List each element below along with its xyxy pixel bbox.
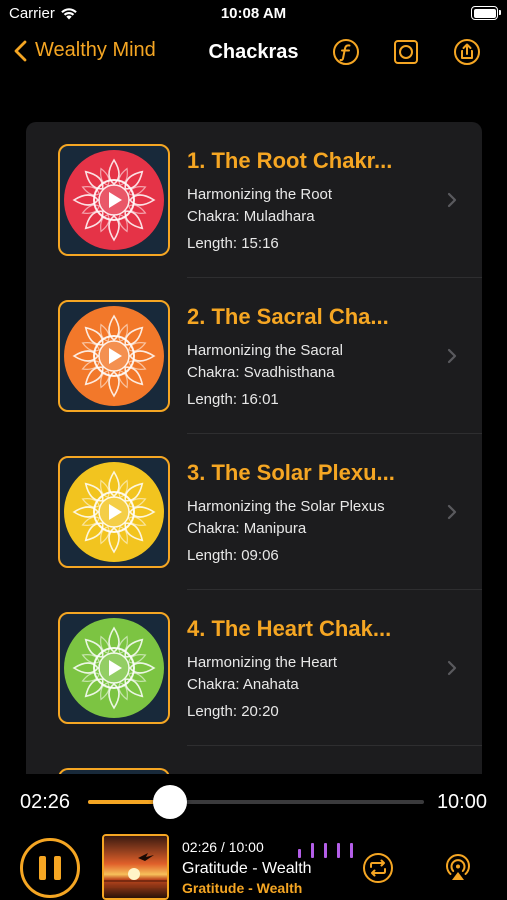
now-playing-title: Gratitude - Wealth: [182, 860, 312, 877]
track-thumbnail: [58, 300, 170, 412]
track-length: Length: 09:06: [187, 547, 279, 564]
track-length: Length: 16:01: [187, 391, 279, 408]
sacral-chakra-icon: [64, 306, 164, 406]
font-icon[interactable]: [332, 38, 360, 66]
battery-icon: [471, 6, 501, 20]
track-length: Length: 20:20: [187, 703, 279, 720]
chevron-right-icon: [447, 348, 457, 364]
chevron-right-icon: [447, 192, 457, 208]
airplay-icon[interactable]: [442, 852, 474, 884]
list-item[interactable]: 3. The Solar Plexu... Harmonizing the So…: [26, 434, 482, 590]
track-thumbnail: [58, 612, 170, 724]
track-subtitle: Harmonizing the Heart Chakra: Anahata: [187, 654, 338, 693]
heart-chakra-icon: [64, 618, 164, 718]
track-list: 1. The Root Chakr... Harmonizing the Roo…: [26, 122, 482, 774]
track-subtitle: Harmonizing the Root Chakra: Muladhara: [187, 186, 333, 225]
track-length: Length: 15:16: [187, 235, 279, 252]
audio-player: 02:26 10:00 02:26 / 10:00 Gratitude - We…: [0, 774, 507, 900]
total-time: 10:00: [436, 791, 487, 813]
progress-slider[interactable]: [88, 800, 424, 804]
list-item[interactable]: 4. The Heart Chak... Harmonizing the Hea…: [26, 590, 482, 746]
pause-icon: [54, 856, 61, 880]
share-icon[interactable]: [453, 38, 481, 66]
pause-icon: [39, 856, 46, 880]
equalizer-icon: [298, 843, 353, 858]
pause-button[interactable]: [20, 838, 80, 898]
now-playing-subtitle: Gratitude - Wealth: [182, 880, 303, 896]
solar-plexus-chakra-icon: [64, 462, 164, 562]
navigation-bar: Wealthy Mind Chackras: [0, 30, 507, 76]
album-artwork: [102, 834, 169, 900]
page-title: Chackras: [208, 41, 299, 63]
track-title: 2. The Sacral Cha...: [187, 304, 389, 329]
list-item[interactable]: [26, 746, 482, 774]
track-thumbnail: [58, 144, 170, 256]
list-item[interactable]: 1. The Root Chakr... Harmonizing the Roo…: [26, 122, 482, 278]
list-item[interactable]: 2. The Sacral Cha... Harmonizing the Sac…: [26, 278, 482, 434]
track-title: 3. The Solar Plexu...: [187, 460, 395, 485]
status-bar: Carrier 10:08 AM: [0, 0, 507, 30]
track-thumbnail: [58, 456, 170, 568]
now-playing-time: 02:26 / 10:00: [182, 839, 264, 855]
sunset-artwork-image: [104, 836, 167, 898]
track-subtitle: Harmonizing the Solar Plexus Chakra: Man…: [187, 498, 385, 537]
progress-slider-handle[interactable]: [152, 785, 187, 819]
elapsed-time: 02:26: [20, 791, 71, 813]
track-title: 4. The Heart Chak...: [187, 616, 392, 641]
chevron-right-icon: [447, 660, 457, 676]
square-icon[interactable]: [392, 38, 420, 66]
chevron-right-icon: [447, 504, 457, 520]
root-chakra-icon: [64, 150, 164, 250]
status-time: 10:08 AM: [220, 5, 287, 22]
track-title: 1. The Root Chakr...: [187, 148, 393, 173]
track-subtitle: Harmonizing the Sacral Chakra: Svadhisth…: [187, 342, 343, 381]
repeat-icon[interactable]: [362, 852, 394, 884]
